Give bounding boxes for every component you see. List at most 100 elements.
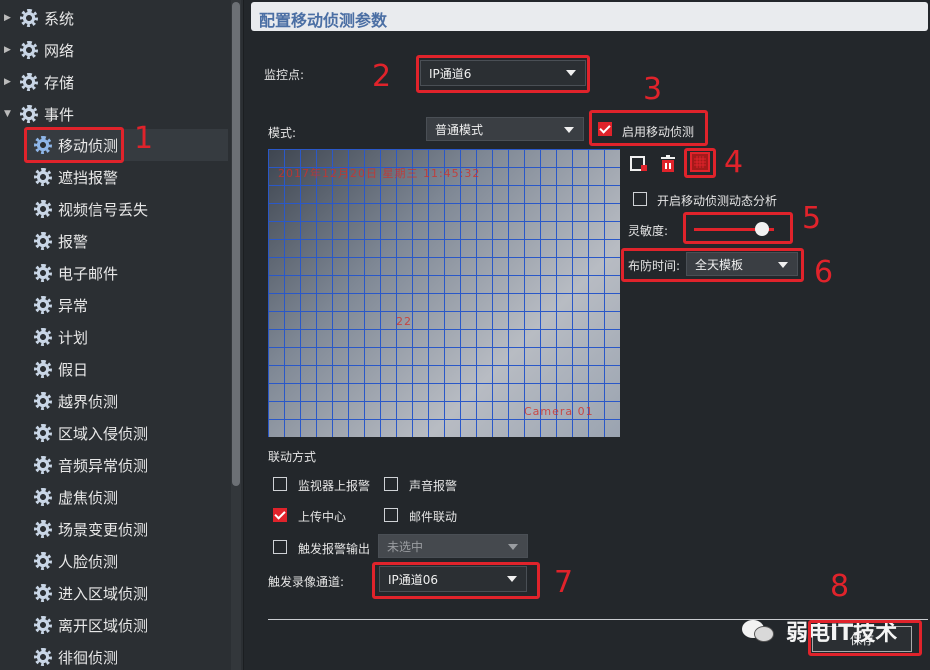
sidebar-item-label: 人脸侦测 xyxy=(58,552,119,571)
annotation-number-2: 2 xyxy=(372,59,392,94)
sidebar-item-email[interactable]: 电子邮件 xyxy=(34,257,119,289)
monitor-alarm-checkbox[interactable] xyxy=(273,477,287,491)
clear-all-icon[interactable] xyxy=(659,155,677,173)
gear-icon xyxy=(34,168,52,186)
expand-arrow-icon[interactable]: ▶ xyxy=(4,13,16,23)
annotation-number-5: 5 xyxy=(802,201,822,236)
gear-icon xyxy=(34,328,52,346)
page-title: 配置移动侦测参数 xyxy=(259,11,388,30)
sidebar-item-holiday[interactable]: 假日 xyxy=(34,353,89,385)
record-channel-label: 触发录像通道: xyxy=(268,575,345,589)
alarm-output-checkbox[interactable] xyxy=(273,540,287,554)
sidebar-item-label: 网络 xyxy=(44,41,75,60)
sidebar-item-motion-detection[interactable]: 移动侦测 xyxy=(34,129,118,161)
select-all-icon[interactable] xyxy=(690,152,710,172)
chevron-down-icon xyxy=(566,70,576,76)
record-channel-select[interactable]: IP通道06 xyxy=(379,566,527,592)
motion-grid-preview[interactable]: 2017年12月20日 星期三 11:45:32 22 Camera 01 xyxy=(268,149,620,437)
osd-center-text: 22 xyxy=(396,315,412,328)
sidebar-scrollbar-thumb[interactable] xyxy=(232,2,240,486)
gear-icon xyxy=(34,552,52,570)
sidebar-item-label: 视频信号丢失 xyxy=(58,200,149,219)
sidebar-item-video-loss[interactable]: 视频信号丢失 xyxy=(34,193,149,225)
channel-select[interactable]: IP通道6 xyxy=(420,60,586,86)
sidebar-item-loitering[interactable]: 徘徊侦测 xyxy=(34,641,118,670)
schedule-select[interactable]: 全天模板 xyxy=(686,252,798,276)
alarm-output-label: 触发报警输出 xyxy=(298,542,371,556)
chevron-down-icon xyxy=(508,544,518,550)
gear-icon xyxy=(34,200,52,218)
upload-center-checkbox[interactable] xyxy=(273,508,287,522)
sidebar-item-label: 事件 xyxy=(44,105,75,124)
chevron-down-icon xyxy=(564,127,574,133)
gear-icon xyxy=(34,392,52,410)
sidebar-item-label: 遮挡报警 xyxy=(58,168,119,187)
audio-alarm-checkbox[interactable] xyxy=(384,477,398,491)
expand-arrow-icon[interactable]: ▶ xyxy=(4,45,16,55)
sidebar-item-label: 计划 xyxy=(58,328,89,347)
schedule-select-value: 全天模板 xyxy=(695,257,744,272)
enable-motion-label: 启用移动侦测 xyxy=(622,125,695,139)
page-title-bar: 配置移动侦测参数 xyxy=(251,2,928,31)
sidebar-item-region-exit[interactable]: 离开区域侦测 xyxy=(34,609,149,641)
sidebar-item-network[interactable]: ▶ 网络 xyxy=(2,34,74,66)
sidebar-item-label: 报警 xyxy=(58,232,89,251)
watermark-text: 弱电IT技术 xyxy=(786,621,898,646)
annotation-number-8: 8 xyxy=(830,569,850,604)
sidebar-item-tamper-alarm[interactable]: 遮挡报警 xyxy=(34,161,119,193)
monitor-alarm-label: 监视器上报警 xyxy=(298,479,371,493)
wechat-logo-icon xyxy=(742,618,776,644)
gear-icon xyxy=(34,264,52,282)
gear-icon xyxy=(34,488,52,506)
audio-alarm-label: 声音报警 xyxy=(409,479,458,493)
gear-icon xyxy=(20,105,38,123)
sensitivity-label: 灵敏度: xyxy=(628,224,669,238)
sidebar-item-label: 电子邮件 xyxy=(58,264,119,283)
chevron-down-icon xyxy=(507,576,517,582)
sidebar-item-line-crossing[interactable]: 越界侦测 xyxy=(34,385,118,417)
dynamic-analysis-checkbox[interactable] xyxy=(633,192,647,206)
sidebar-item-audio-exception[interactable]: 音频异常侦测 xyxy=(34,449,148,481)
record-channel-select-value: IP通道06 xyxy=(388,572,439,587)
mode-select[interactable]: 普通模式 xyxy=(426,117,584,141)
gear-icon xyxy=(34,616,52,634)
expand-arrow-icon[interactable]: ▶ xyxy=(4,77,16,87)
osd-datetime: 2017年12月20日 星期三 11:45:32 xyxy=(278,167,481,180)
sidebar-item-label: 系统 xyxy=(44,9,75,28)
schedule-label: 布防时间: xyxy=(628,259,681,273)
sidebar-item-exception[interactable]: 异常 xyxy=(34,289,88,321)
email-linkage-checkbox[interactable] xyxy=(384,508,398,522)
annotation-number-1: 1 xyxy=(134,121,154,156)
sensitivity-slider-handle[interactable] xyxy=(755,222,769,236)
sidebar-item-system[interactable]: ▶ 系统 xyxy=(2,2,74,34)
channel-select-value: IP通道6 xyxy=(429,66,472,81)
gear-icon xyxy=(20,73,38,91)
sidebar-item-label: 假日 xyxy=(58,360,89,379)
watermark: 弱电IT技术 xyxy=(742,615,897,647)
gear-icon xyxy=(34,456,52,474)
sidebar-item-scene-change[interactable]: 场景变更侦测 xyxy=(34,513,149,545)
sidebar-item-defocus[interactable]: 虚焦侦测 xyxy=(34,481,118,513)
sidebar-item-intrusion[interactable]: 区域入侵侦测 xyxy=(34,417,148,449)
sidebar-item-face-detection[interactable]: 人脸侦测 xyxy=(34,545,119,577)
gear-icon xyxy=(20,9,38,27)
sidebar-item-storage[interactable]: ▶ 存储 xyxy=(2,66,74,98)
sidebar-item-event[interactable]: ▼ 事件 xyxy=(2,98,74,130)
gear-icon xyxy=(34,424,52,442)
gear-icon xyxy=(34,296,52,314)
alarm-output-select[interactable]: 未选中 xyxy=(378,534,528,558)
enable-motion-checkbox[interactable] xyxy=(598,122,612,136)
collapse-arrow-icon[interactable]: ▼ xyxy=(4,109,16,119)
sidebar-item-region-entrance[interactable]: 进入区域侦测 xyxy=(34,577,148,609)
sidebar-item-alarm[interactable]: 报警 xyxy=(34,225,89,257)
alarm-output-select-value: 未选中 xyxy=(387,539,424,554)
upload-center-label: 上传中心 xyxy=(298,510,347,524)
draw-area-icon[interactable] xyxy=(630,155,648,173)
sidebar-item-schedule[interactable]: 计划 xyxy=(34,321,89,353)
sidebar-item-label: 离开区域侦测 xyxy=(58,616,149,635)
motion-detection-grid[interactable] xyxy=(268,149,620,437)
gear-icon xyxy=(34,648,52,666)
annotation-number-4: 4 xyxy=(724,145,744,180)
sidebar-item-label: 场景变更侦测 xyxy=(58,520,149,539)
osd-camera-name: Camera 01 xyxy=(524,405,594,418)
